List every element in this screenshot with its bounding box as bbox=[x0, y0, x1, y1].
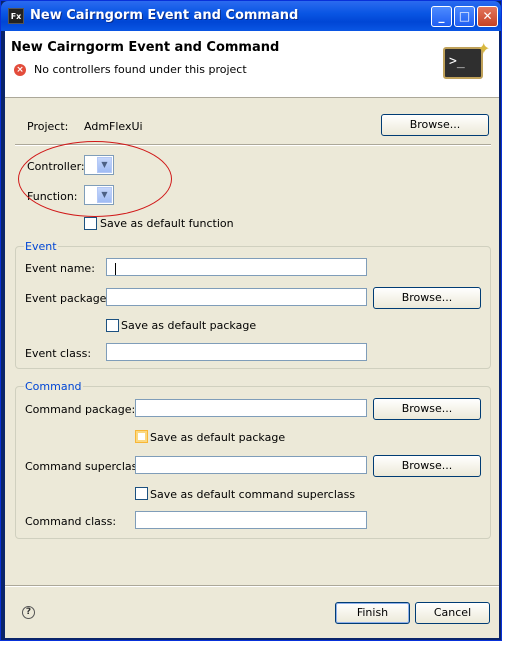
project-browse-button[interactable]: Browse... bbox=[381, 114, 489, 136]
maximize-button[interactable]: □ bbox=[454, 6, 475, 27]
save-default-command-package-label: Save as default package bbox=[150, 431, 286, 444]
flex-app-icon: Fx bbox=[8, 8, 24, 24]
close-button[interactable]: ✕ bbox=[477, 6, 498, 27]
sparkle-icon: ✦ bbox=[477, 39, 491, 58]
wizard-banner: New Cairngorm Event and Command × No con… bbox=[5, 31, 499, 98]
command-package-label: Command package: bbox=[25, 403, 136, 416]
event-group-title: Event bbox=[24, 240, 58, 253]
window-title: New Cairngorm Event and Command bbox=[30, 8, 299, 23]
command-package-browse-button[interactable]: Browse... bbox=[373, 398, 481, 420]
project-label: Project: bbox=[27, 120, 69, 133]
save-default-command-superclass-checkbox[interactable] bbox=[135, 487, 148, 500]
command-superclass-input[interactable] bbox=[135, 456, 367, 474]
command-class-label: Command class: bbox=[25, 515, 117, 528]
banner-title: New Cairngorm Event and Command bbox=[11, 40, 280, 55]
command-package-input[interactable] bbox=[135, 399, 367, 417]
project-value: AdmFlexUi bbox=[84, 120, 143, 133]
save-default-event-package-label: Save as default package bbox=[121, 319, 257, 332]
dialog-window: Fx New Cairngorm Event and Command _ □ ✕… bbox=[0, 0, 502, 641]
banner-message: No controllers found under this project bbox=[34, 63, 247, 76]
event-package-browse-button[interactable]: Browse... bbox=[373, 287, 481, 309]
event-name-label: Event name: bbox=[25, 262, 95, 275]
finish-button[interactable]: Finish bbox=[335, 602, 410, 624]
command-group-title: Command bbox=[24, 380, 83, 393]
text-caret bbox=[115, 263, 116, 275]
save-default-function-label: Save as default function bbox=[100, 217, 234, 230]
save-default-command-package-checkbox[interactable] bbox=[135, 430, 148, 443]
dialog-client-area: New Cairngorm Event and Command × No con… bbox=[5, 31, 499, 638]
command-superclass-browse-button[interactable]: Browse... bbox=[373, 455, 481, 477]
footer-separator bbox=[5, 585, 499, 587]
event-class-input[interactable] bbox=[106, 343, 367, 361]
save-default-command-superclass-label: Save as default command superclass bbox=[150, 488, 356, 501]
minimize-button[interactable]: _ bbox=[431, 6, 452, 27]
command-superclass-label: Command superclass: bbox=[25, 460, 147, 473]
event-name-input[interactable] bbox=[106, 258, 367, 276]
save-default-function-checkbox[interactable] bbox=[84, 217, 97, 230]
command-class-input[interactable] bbox=[135, 511, 367, 529]
event-package-input[interactable] bbox=[106, 288, 367, 306]
save-default-event-package-checkbox[interactable] bbox=[106, 319, 119, 332]
annotation-ellipse bbox=[18, 141, 172, 217]
help-icon[interactable]: ? bbox=[22, 606, 35, 619]
error-icon: × bbox=[14, 64, 26, 76]
event-package-label: Event package: bbox=[25, 292, 111, 305]
event-class-label: Event class: bbox=[25, 347, 92, 360]
title-bar[interactable]: Fx New Cairngorm Event and Command _ □ ✕ bbox=[1, 1, 501, 31]
cancel-button[interactable]: Cancel bbox=[415, 602, 490, 624]
